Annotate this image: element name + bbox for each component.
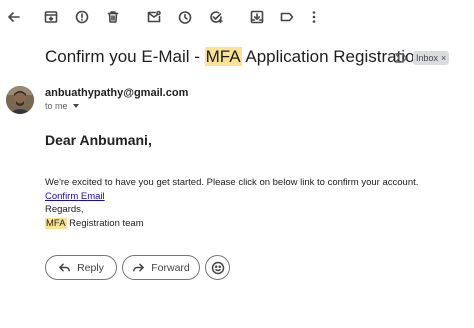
toolbar [0,0,474,34]
email-subject: Confirm you E-Mail - MFA Application Reg… [45,46,425,68]
archive-icon[interactable] [41,7,61,27]
importance-label-icon[interactable] [394,51,408,65]
email-body-line: We're excited to have you get started. P… [45,177,419,188]
signature-rest: Registration team [66,218,144,229]
reply-label: Reply [77,261,104,274]
smiley-icon [211,261,224,274]
delete-icon[interactable] [103,7,123,27]
confirm-email-link[interactable]: Confirm Email [45,191,105,202]
subject-prefix: Confirm you E-Mail - [45,47,205,66]
snooze-icon[interactable] [175,7,195,27]
reply-icon [59,263,70,272]
sender-email: anbuathypathy@gmail.com [45,87,189,99]
emoji-reaction-button[interactable] [205,255,230,280]
forward-label: Forward [151,261,190,274]
mark-unread-icon[interactable] [144,7,164,27]
reply-button[interactable]: Reply [45,255,117,280]
subject-highlight: MFA [204,47,242,66]
back-arrow-icon[interactable] [4,7,24,27]
remove-label-icon[interactable]: × [441,51,446,65]
email-signature: MFA Registration team [45,218,144,229]
avatar[interactable] [6,86,34,114]
recipient-details-toggle[interactable]: to me [45,101,79,111]
move-to-icon[interactable] [247,7,267,27]
label-icon[interactable] [277,7,297,27]
inbox-label-badge: Inbox × [413,51,450,65]
signature-highlight: MFA [45,218,67,229]
email-regards: Regards, [45,204,84,215]
report-spam-icon[interactable] [72,7,92,27]
inbox-label-text: Inbox [416,53,439,63]
recipient-text: to me [45,101,68,111]
email-greeting: Dear Anbumani, [45,132,152,148]
chevron-down-icon [72,104,79,108]
more-vert-icon[interactable] [304,7,324,27]
add-to-tasks-icon[interactable] [206,7,226,27]
forward-icon [133,263,145,272]
forward-button[interactable]: Forward [122,255,200,280]
